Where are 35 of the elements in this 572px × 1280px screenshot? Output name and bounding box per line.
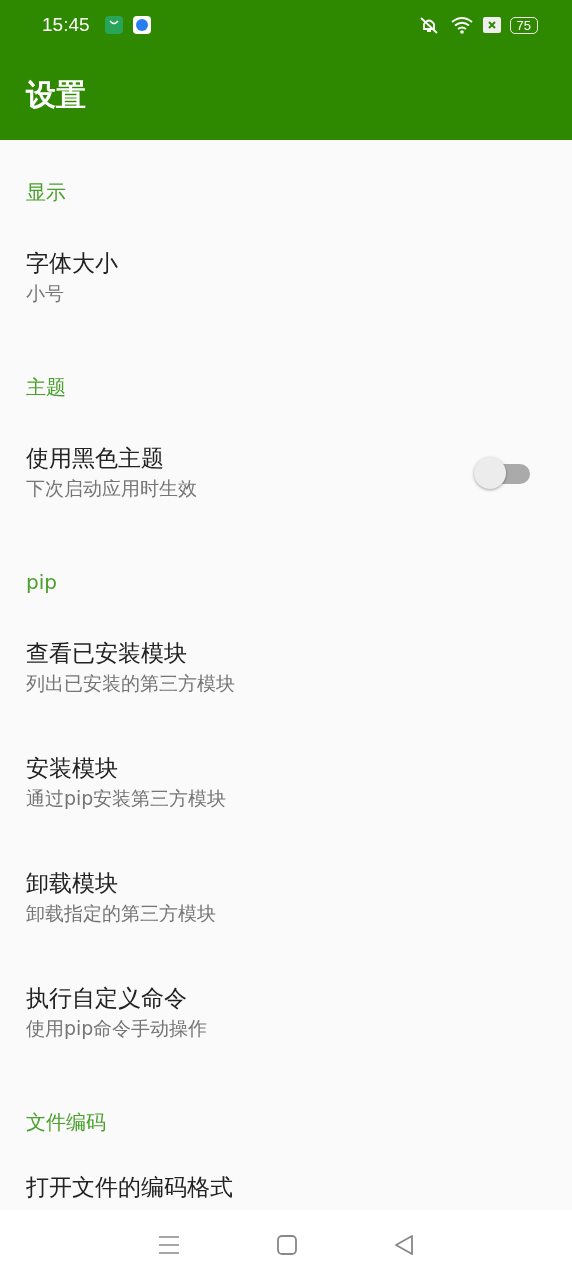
battery-indicator: 75 <box>509 16 538 34</box>
settings-item[interactable]: 打开文件的编码格式 <box>0 1150 572 1210</box>
settings-item[interactable]: 字体大小 小号 <box>0 220 572 335</box>
clock: 15:45 <box>42 14 90 36</box>
section-header: 文件编码 <box>26 1108 106 1136</box>
app-notification-icon <box>103 15 124 35</box>
settings-item[interactable]: 执行自定义命令 使用pip命令手动操作 <box>0 955 572 1070</box>
section-header: pip <box>26 570 57 594</box>
item-summary: 下次启动应用时生效 <box>26 476 198 501</box>
item-summary: 使用pip命令手动操作 <box>26 1016 209 1041</box>
item-summary: 小号 <box>26 281 65 306</box>
wifi-icon <box>449 15 474 35</box>
settings-item[interactable]: 查看已安装模块 列出已安装的第三方模块 <box>0 610 572 725</box>
item-title: 执行自定义命令 <box>26 984 188 1013</box>
item-summary: 通过pip安装第三方模块 <box>26 786 228 811</box>
item-title: 查看已安装模块 <box>26 639 188 668</box>
home-icon[interactable] <box>276 1234 298 1256</box>
no-sim-icon <box>481 16 502 34</box>
item-title: 字体大小 <box>26 249 119 278</box>
item-summary: 列出已安装的第三方模块 <box>26 671 236 696</box>
item-title: 安装模块 <box>26 754 119 783</box>
item-title: 打开文件的编码格式 <box>26 1173 234 1202</box>
menu-icon[interactable] <box>157 1234 182 1256</box>
app-notification-icon <box>131 15 152 35</box>
item-title: 使用黑色主题 <box>26 444 165 473</box>
item-summary: 卸载指定的第三方模块 <box>26 901 217 926</box>
settings-item[interactable]: 使用黑色主题 下次启动应用时生效 <box>0 415 572 530</box>
back-icon[interactable] <box>392 1234 415 1256</box>
toggle-switch[interactable] <box>474 455 530 489</box>
section-header: 显示 <box>26 178 66 206</box>
settings-item[interactable]: 卸载模块 卸载指定的第三方模块 <box>0 840 572 955</box>
settings-item[interactable]: 安装模块 通过pip安装第三方模块 <box>0 725 572 840</box>
section-header: 主题 <box>26 373 66 401</box>
item-title: 卸载模块 <box>26 869 119 898</box>
page-title: 设置 <box>26 75 86 114</box>
